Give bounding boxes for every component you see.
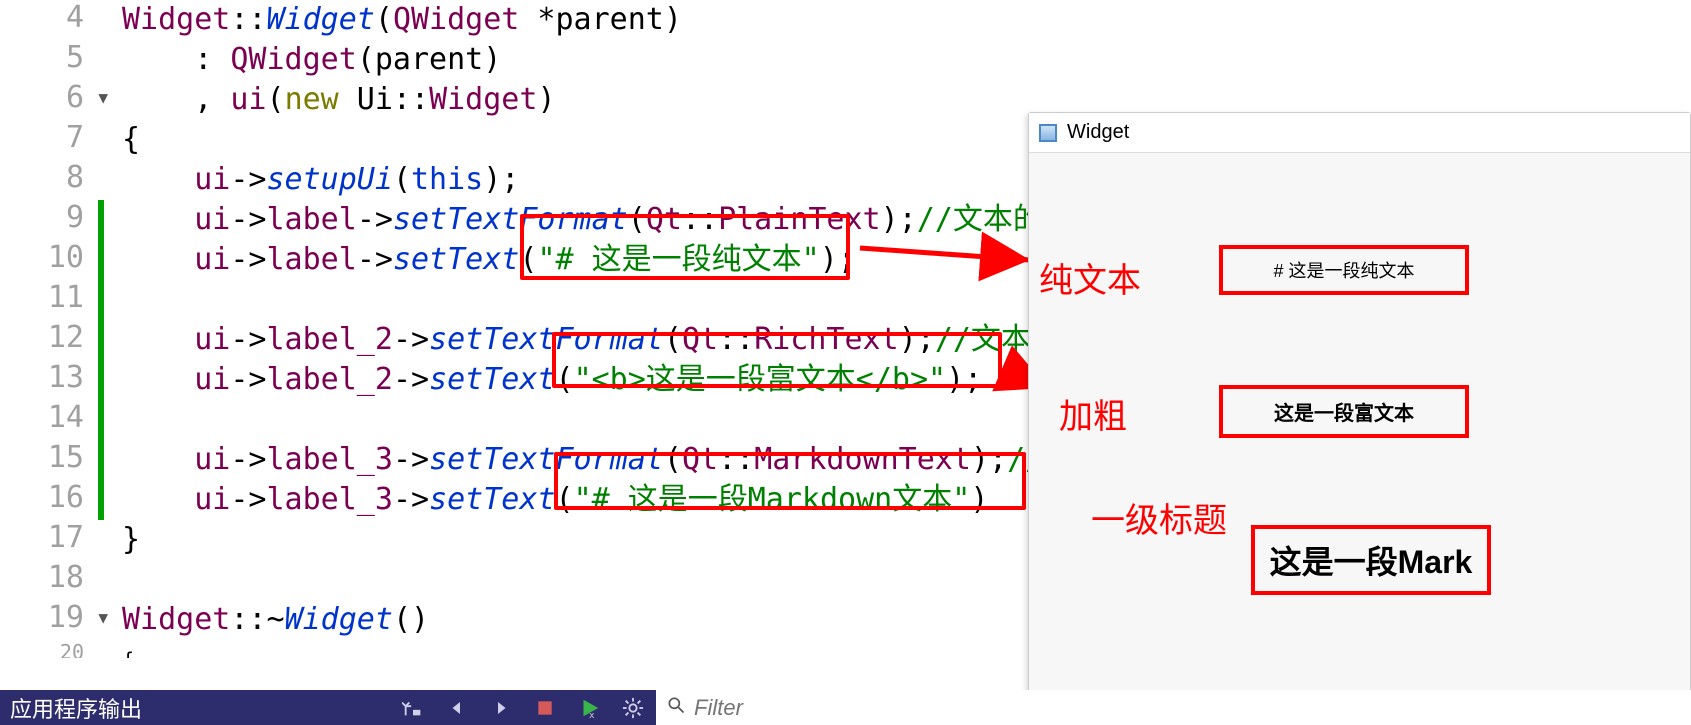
line-number: 7	[0, 120, 98, 155]
line-number: 20	[0, 640, 98, 658]
line-number: 14	[0, 400, 98, 435]
annotation-label: 纯文本	[1039, 253, 1141, 302]
run-icon[interactable]: x	[576, 695, 602, 721]
line-number: 9	[0, 200, 98, 235]
code-content: }	[104, 520, 140, 560]
code-content: {	[104, 120, 140, 160]
code-content: , ui(new Ui::Widget)	[104, 80, 556, 120]
code-content: : QWidget(parent)	[104, 40, 501, 80]
search-icon	[666, 695, 686, 720]
line-number: 5	[0, 40, 98, 75]
line-number: 15	[0, 440, 98, 475]
line-number: 17	[0, 520, 98, 555]
fold-icon[interactable]: ▼	[98, 88, 108, 107]
code-content: Widget::~Widget()	[104, 600, 429, 640]
line-number: 13	[0, 360, 98, 395]
line-number: 19▼	[0, 600, 98, 635]
bottom-bar: 应用程序输出 x	[0, 690, 1691, 725]
plain-text-label: # 这是一段纯文本	[1219, 245, 1469, 295]
svg-text:x: x	[589, 710, 595, 719]
annotation-label: 加粗	[1059, 389, 1127, 438]
line-number: 18	[0, 560, 98, 595]
app-output-tab[interactable]: 应用程序输出	[0, 690, 170, 725]
output-toolbar: x	[390, 690, 656, 725]
code-content: ui->label_2->setTextFormat(Qt::RichText)…	[104, 320, 1031, 360]
settings-icon[interactable]	[620, 695, 646, 721]
annotation-label: 一级标题	[1091, 493, 1227, 542]
code-content: ui->label_3->setText("# 这是一段Markdown文本")	[104, 480, 988, 520]
code-content: ui->label->setText("# 这是一段纯文本");	[104, 240, 856, 280]
code-content: ui->label_2->setText("<b>这是一段富文本</b>");	[104, 360, 982, 400]
attach-debugger-icon[interactable]	[400, 695, 426, 721]
app-icon	[1039, 124, 1057, 142]
filter-input[interactable]	[694, 695, 1681, 721]
line-number: 6▼	[0, 80, 98, 115]
window-title: Widget	[1067, 121, 1129, 144]
line-number: 4	[0, 0, 98, 35]
filter-field[interactable]	[656, 690, 1691, 725]
preview-window[interactable]: Widget 纯文本 加粗 一级标题 # 这是一段纯文本 这是一段富文本 这是一…	[1028, 112, 1691, 702]
line-number: 12	[0, 320, 98, 355]
code-line[interactable]: 4 Widget::Widget(QWidget *parent)	[0, 0, 1691, 40]
line-number: 11	[0, 280, 98, 315]
code-content: Widget::Widget(QWidget *parent)	[104, 0, 682, 40]
code-content: {	[104, 640, 134, 658]
code-content: ui->label_3->setTextFormat(Qt::MarkdownT…	[104, 440, 1043, 480]
line-number: 16	[0, 480, 98, 515]
code-content: ui->label->setTextFormat(Qt::PlainText);…	[104, 200, 1043, 240]
rich-text-label: 这是一段富文本	[1219, 385, 1469, 438]
fold-icon[interactable]: ▼	[98, 608, 108, 627]
prev-icon[interactable]	[444, 695, 470, 721]
stop-icon[interactable]	[532, 695, 558, 721]
markdown-label: 这是一段Mark	[1251, 525, 1491, 595]
line-number: 10	[0, 240, 98, 275]
titlebar[interactable]: Widget	[1029, 113, 1690, 153]
line-number: 8	[0, 160, 98, 195]
code-content: ui->setupUi(this);	[104, 160, 519, 200]
code-line[interactable]: 5 : QWidget(parent)	[0, 40, 1691, 80]
next-icon[interactable]	[488, 695, 514, 721]
